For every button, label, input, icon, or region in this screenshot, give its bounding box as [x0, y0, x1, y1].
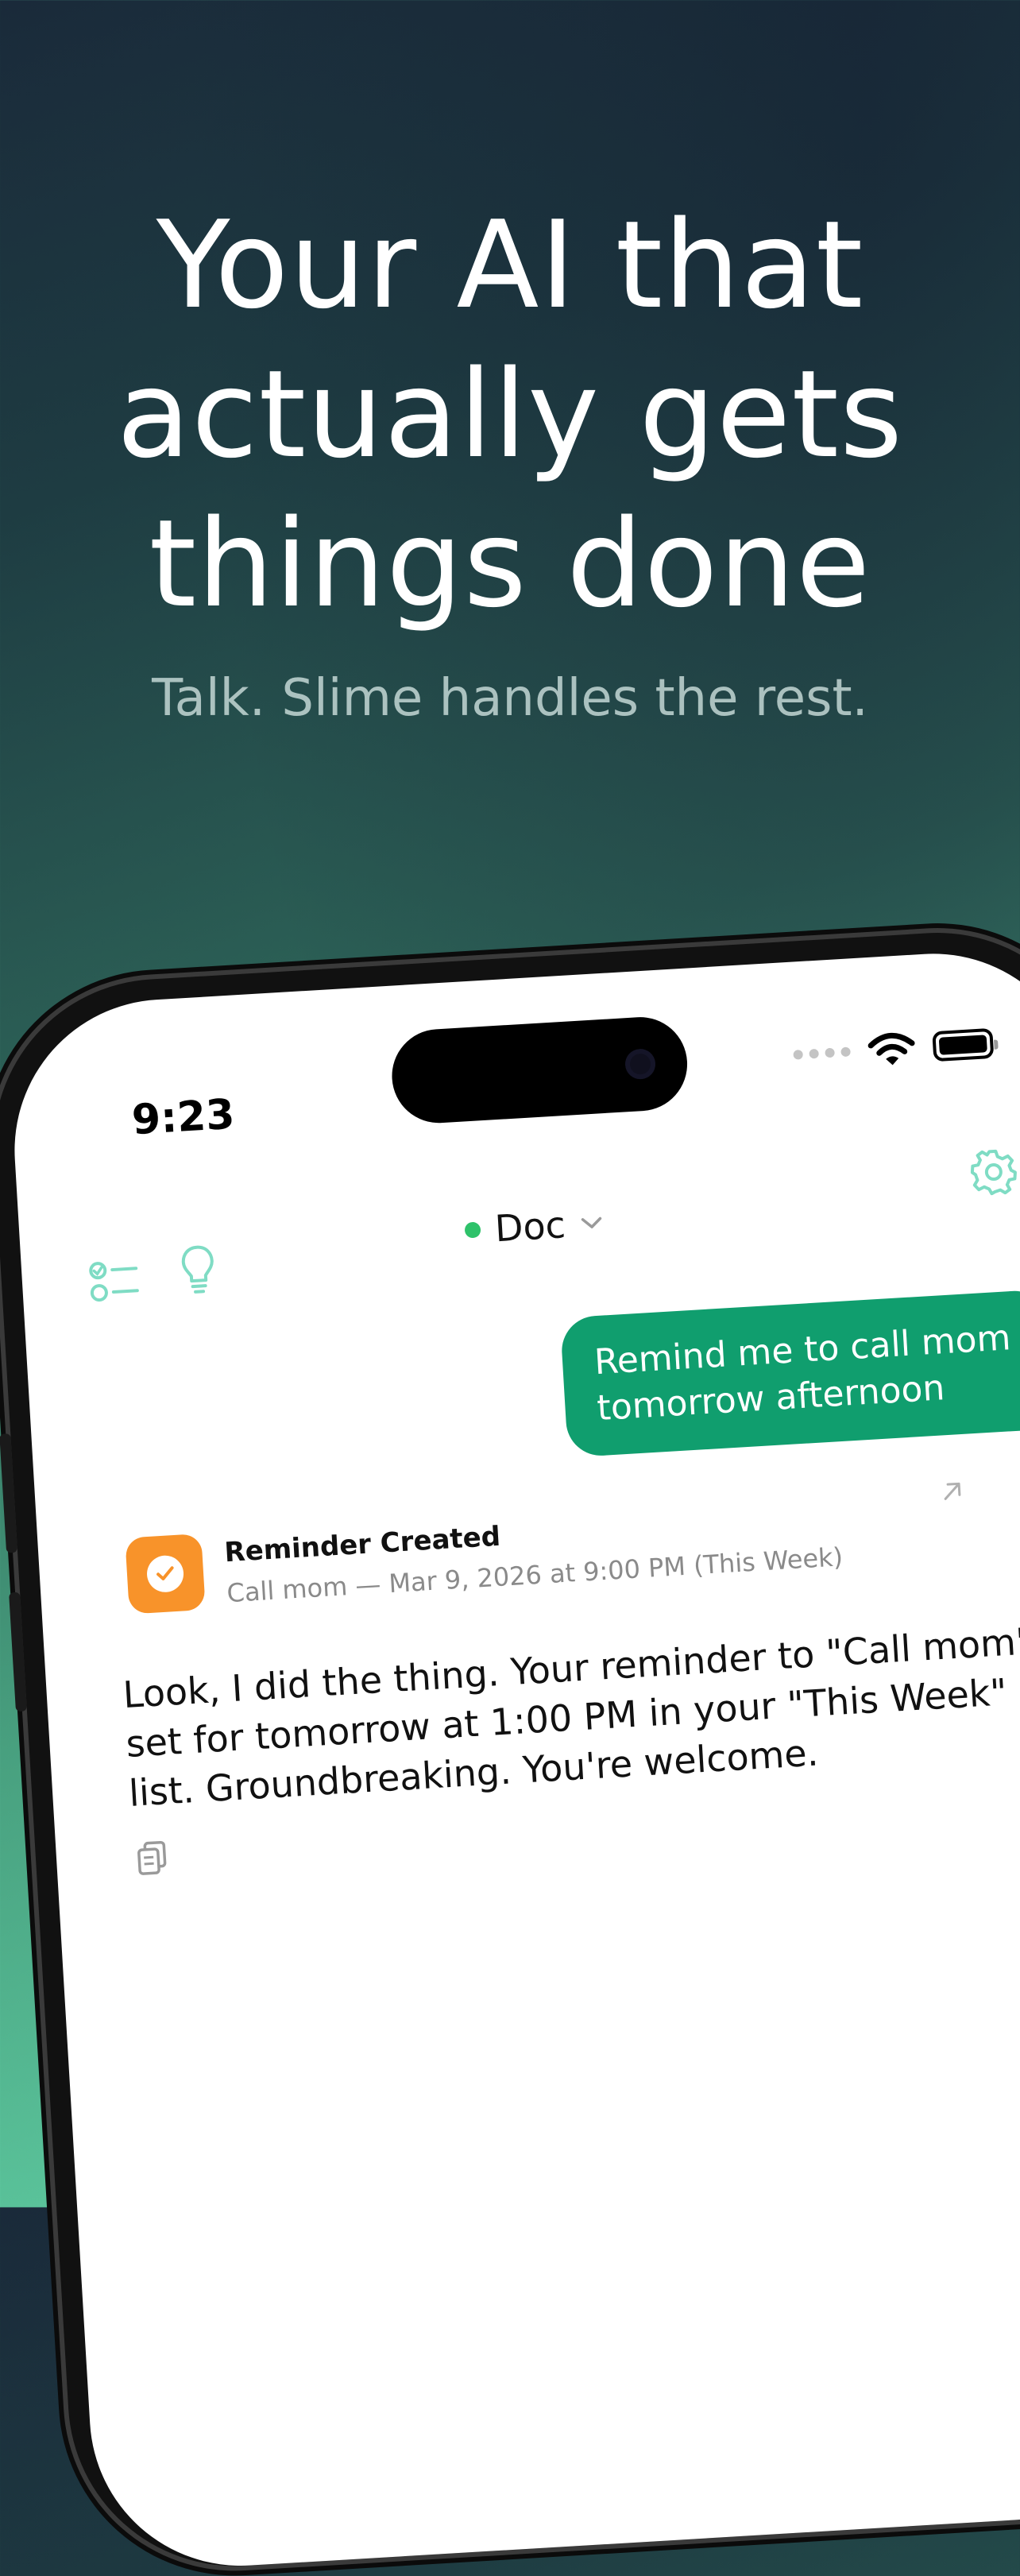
- chevron-down-icon: [581, 1216, 602, 1228]
- headline-line-3: things done: [149, 493, 871, 634]
- headline-line-2: actually gets: [116, 344, 904, 485]
- tasks-list-icon[interactable]: [87, 1257, 141, 1305]
- copy-icon[interactable]: [135, 1839, 169, 1877]
- user-message-bubble: Remind me to call mom tomorrow afternoon: [559, 1289, 1020, 1458]
- app-header: Doc: [17, 1143, 1020, 1302]
- dynamic-island: [389, 1014, 690, 1126]
- assistant-message: Look, I did the thing. Your reminder to …: [122, 1617, 1020, 1815]
- phone-mockup: 9:23 Doc Remind me to call mom tomorrow …: [0, 922, 1020, 2576]
- wifi-icon: [867, 1032, 915, 1066]
- battery-icon: [932, 1027, 995, 1062]
- gear-icon[interactable]: [969, 1147, 1018, 1196]
- status-dot: [464, 1221, 481, 1239]
- expand-arrow-icon[interactable]: [938, 1477, 967, 1506]
- subline: Talk. Slime handles the rest.: [152, 669, 868, 728]
- reminders-app-icon: [125, 1534, 206, 1615]
- phone-screen: 9:23 Doc Remind me to call mom tomorrow …: [6, 945, 1020, 2574]
- model-selector[interactable]: Doc: [463, 1201, 605, 1251]
- status-icons: [792, 1026, 995, 1073]
- checkmark-icon: [156, 1566, 174, 1580]
- signal-dots-icon: [793, 1046, 851, 1060]
- model-name: Doc: [493, 1203, 567, 1251]
- headline-line-1: Your AI that: [156, 195, 864, 335]
- lightbulb-icon[interactable]: [180, 1243, 218, 1295]
- status-time: 9:23: [130, 1090, 237, 1145]
- headline: Your AI that actually gets things done: [0, 191, 1020, 639]
- tool-card-title: Reminder Created: [223, 1520, 502, 1569]
- camera-icon: [624, 1048, 657, 1081]
- reminder-created-card[interactable]: Reminder Created Call mom — Mar 9, 2026 …: [124, 1475, 1003, 1630]
